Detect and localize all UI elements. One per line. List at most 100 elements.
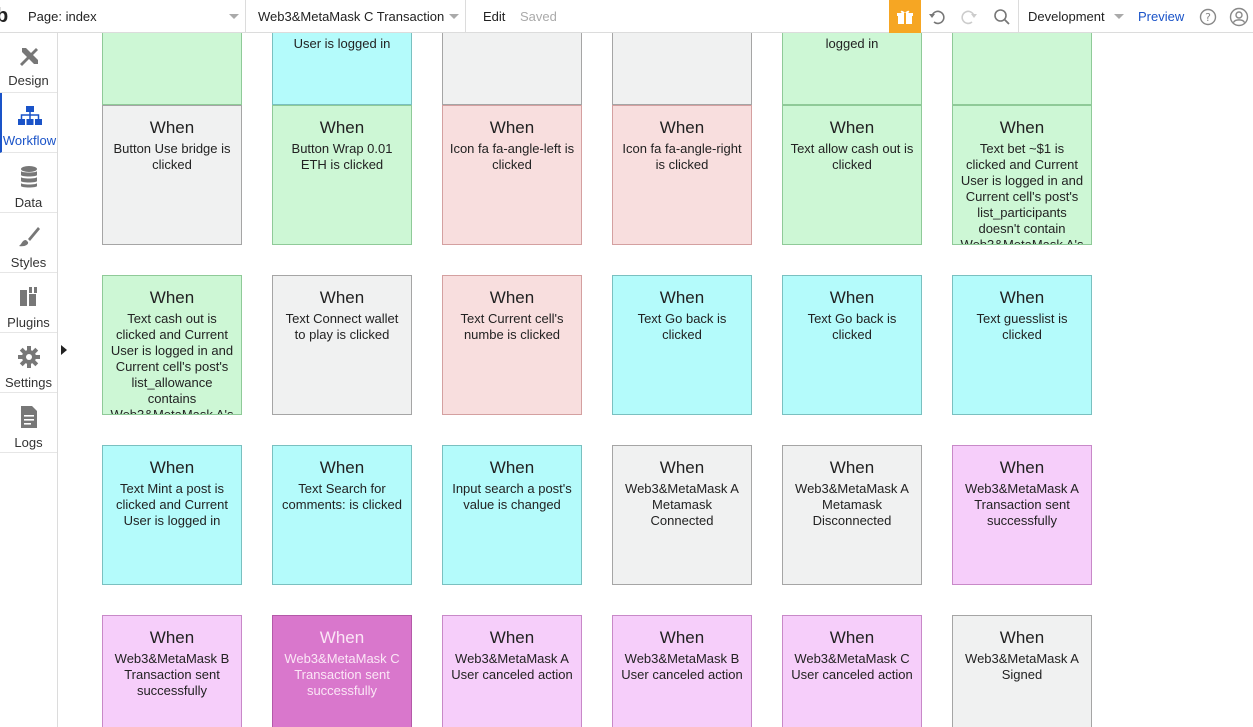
database-icon	[20, 166, 37, 188]
workflow-event-card[interactable]: When Text Search for comments: is clicked	[272, 445, 412, 585]
search-icon	[994, 8, 1010, 25]
workflow-event-description: Text Mint a post is clicked and Current …	[116, 481, 228, 528]
workflow-event-description: Web3&MetaMask C User canceled action	[791, 651, 913, 682]
workflow-event-card[interactable]	[952, 33, 1092, 105]
gift-button[interactable]	[889, 0, 921, 33]
workflow-event-card[interactable]: When Icon fa fa-angle-right is clicked	[612, 105, 752, 245]
account-button[interactable]	[1228, 0, 1250, 33]
edit-menu[interactable]: Edit	[483, 0, 505, 33]
workflow-event-description: Text Current cell's numbe is clicked	[460, 311, 564, 342]
workflow-event-card[interactable]: When Input search a post's value is chang…	[442, 445, 582, 585]
workflow-event-card[interactable]: When Web3&MetaMask B Transaction sent suc…	[102, 615, 242, 727]
sidebar-item-styles[interactable]: Styles	[0, 213, 57, 273]
brush-icon	[18, 227, 40, 247]
workflow-event-card[interactable]: When Text bet ~$1 is clicked and Current …	[952, 105, 1092, 245]
workflow-event-description: Text Connect wallet to play is clicked	[285, 311, 399, 342]
workflow-event-description: logged in	[825, 36, 879, 51]
workflow-event-card[interactable]: When Text Current cell's numbe is clicked	[442, 275, 582, 415]
document-icon	[20, 406, 37, 428]
sidebar-item-label: Settings	[5, 375, 52, 390]
sidebar-item-label: Design	[8, 73, 49, 88]
search-button[interactable]	[990, 0, 1014, 33]
workflow-event-card[interactable]	[612, 33, 752, 105]
workflow-when-label: When	[999, 288, 1045, 307]
workflow-when-label: When	[829, 458, 875, 477]
workflow-event-card[interactable]: When Icon fa fa-angle-left is clicked	[442, 105, 582, 245]
workflow-event-card[interactable]: When Button Use bridge is clicked	[102, 105, 242, 245]
svg-text:?: ?	[1205, 11, 1211, 24]
workflow-event-description: Text bet ~$1 is clicked and Current User…	[960, 141, 1084, 245]
page-selector[interactable]: Page: index	[28, 0, 246, 33]
workflow-event-card[interactable]: When Text Go back is clicked	[612, 275, 752, 415]
workflow-event-card[interactable]: When Web3&MetaMask A Metamask Connected	[612, 445, 752, 585]
workflow-event-card[interactable]: When Text allow cash out is clicked	[782, 105, 922, 245]
workflow-event-card[interactable]: When Text cash out is clicked and Current…	[102, 275, 242, 415]
toolbar-divider	[1018, 0, 1019, 33]
workflow-event-description: Button Wrap 0.01 ETH is clicked	[291, 141, 393, 172]
redo-button[interactable]	[958, 0, 980, 33]
plugin-icon	[19, 287, 37, 306]
workflow-event-description: Text Go back is clicked	[807, 311, 897, 342]
workflow-event-card[interactable]: When Web3&MetaMask A Signed	[952, 615, 1092, 727]
workflow-event-description: Web3&MetaMask A Metamask Connected	[625, 481, 739, 528]
sidebar-item-data[interactable]: Data	[0, 153, 57, 213]
workflow-selector[interactable]: Web3&MetaMask C Transaction ...	[250, 0, 466, 33]
sidebar-item-settings[interactable]: Settings	[0, 333, 57, 393]
sidebar-item-label: Logs	[14, 435, 43, 450]
workflow-when-label: When	[999, 628, 1045, 647]
gear-icon	[17, 346, 40, 368]
workflow-event-description: Text Search for comments: is clicked	[282, 481, 402, 512]
workflow-when-label: When	[149, 628, 195, 647]
undo-icon	[929, 10, 945, 24]
workflow-event-card[interactable]: When Web3&MetaMask A Metamask Disconnecte…	[782, 445, 922, 585]
preview-link[interactable]: Preview	[1138, 0, 1184, 33]
chevron-right-icon	[61, 345, 67, 355]
left-sidebar: Design Workflow Data Styles Plugins Sett…	[0, 33, 58, 727]
workflow-when-label: When	[999, 118, 1045, 137]
workflow-event-card[interactable]	[442, 33, 582, 105]
workflow-event-card[interactable]: When Text Connect wallet to play is click…	[272, 275, 412, 415]
workflow-when-label: When	[319, 458, 365, 477]
workflow-event-card[interactable]: When Text Mint a post is clicked and Curr…	[102, 445, 242, 585]
sidebar-item-workflow[interactable]: Workflow	[0, 93, 57, 153]
chevron-down-icon	[229, 14, 239, 19]
environment-label: Development	[1028, 9, 1105, 24]
sidebar-item-plugins[interactable]: Plugins	[0, 273, 57, 333]
workflow-event-card[interactable]: User is logged in	[272, 33, 412, 105]
workflow-when-label	[109, 33, 235, 36]
page-selector-label: Page: index	[28, 9, 97, 24]
workflow-event-card[interactable]: When Web3&MetaMask C Transaction sent suc…	[272, 615, 412, 727]
sidebar-item-label: Data	[14, 195, 43, 210]
workflow-when-label	[959, 33, 1085, 36]
workflow-when-label: When	[829, 118, 875, 137]
workflow-icon	[17, 106, 42, 125]
help-button[interactable]: ?	[1198, 0, 1218, 33]
environment-selector[interactable]: Development	[1028, 0, 1124, 33]
workflow-when-label: When	[149, 118, 195, 137]
workflow-event-card[interactable]: When Web3&MetaMask A Transaction sent suc…	[952, 445, 1092, 585]
workflow-event-card[interactable]: When Button Wrap 0.01 ETH is clicked	[272, 105, 412, 245]
workflow-when-label: When	[829, 628, 875, 647]
design-icon	[19, 48, 38, 66]
workflow-canvas[interactable]: User is logged in logged in When Button Use…	[58, 33, 1253, 727]
workflow-event-card[interactable]: When Text Go back is clicked	[782, 275, 922, 415]
expand-panel-button[interactable]	[58, 344, 70, 356]
bubble-logo[interactable]: b	[0, 0, 20, 33]
redo-icon	[961, 10, 977, 24]
workflow-event-card[interactable]: When Web3&MetaMask A User canceled action	[442, 615, 582, 727]
workflow-when-label: When	[149, 458, 195, 477]
sidebar-item-logs[interactable]: Logs	[0, 393, 57, 453]
workflow-event-card[interactable]: logged in	[782, 33, 922, 105]
workflow-event-description: Text guesslist is clicked	[976, 311, 1068, 342]
workflow-when-label: When	[999, 458, 1045, 477]
workflow-when-label: When	[489, 458, 535, 477]
undo-button[interactable]	[926, 0, 948, 33]
chevron-down-icon	[449, 14, 459, 19]
workflow-event-card[interactable]: When Web3&MetaMask B User canceled action	[612, 615, 752, 727]
workflow-event-card[interactable]: When Web3&MetaMask C User canceled action	[782, 615, 922, 727]
workflow-when-label: When	[149, 288, 195, 307]
workflow-event-card[interactable]: When Text guesslist is clicked	[952, 275, 1092, 415]
sidebar-item-design[interactable]: Design	[0, 33, 57, 93]
workflow-event-card[interactable]	[102, 33, 242, 105]
workflow-event-description: Text allow cash out is clicked	[790, 141, 914, 172]
